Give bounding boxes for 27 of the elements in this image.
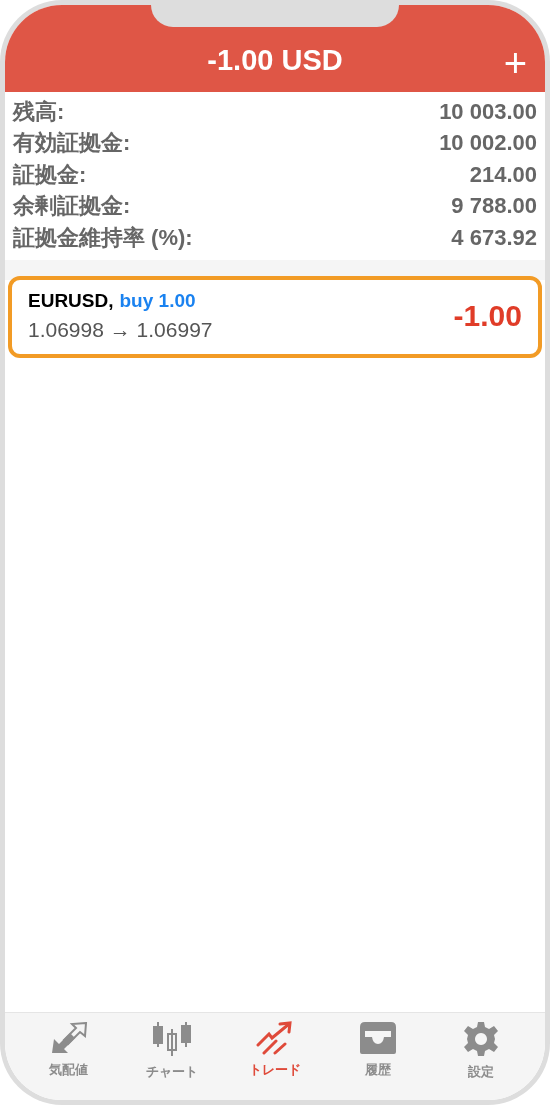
position-profit: -1.00 [453,298,522,333]
account-value: 10 003.00 [439,98,537,125]
nav-tab[interactable]: チャート [126,1013,217,1081]
double-arrow-icon [49,1021,88,1055]
account-label: 証拠金: [13,160,87,189]
position-order: buy 1.00 [119,289,196,311]
header-title: -1.00 USD [207,44,343,77]
add-button[interactable]: + [503,43,527,83]
position-card[interactable]: EURUSD, buy 1.00 1.06998 → 1.06997 -1.00 [8,275,542,358]
account-value: 214.00 [469,161,537,188]
position-symbol: EURUSD, [28,289,114,311]
nav-tab[interactable]: 履歴 [333,1013,424,1079]
nav-tab[interactable]: トレード [229,1013,320,1079]
trend-arrow-icon [255,1021,294,1055]
nav-tab[interactable]: 設定 [436,1013,527,1081]
account-label: 証拠金維持率 (%): [13,223,193,252]
position-prices: 1.06998 → 1.06997 [28,317,213,342]
candlestick-icon [152,1021,191,1057]
account-value: 10 002.00 [439,130,537,157]
account-label: 残高: [13,97,65,126]
nav-tab[interactable]: 気配値 [23,1013,114,1079]
account-label: 余剰証拠金: [13,192,131,221]
account-value: 4 673.92 [451,224,537,251]
account-value: 9 788.00 [451,193,537,220]
settings-icon [463,1021,500,1057]
account-label: 有効証拠金: [13,129,131,158]
inbox-icon [359,1021,398,1055]
